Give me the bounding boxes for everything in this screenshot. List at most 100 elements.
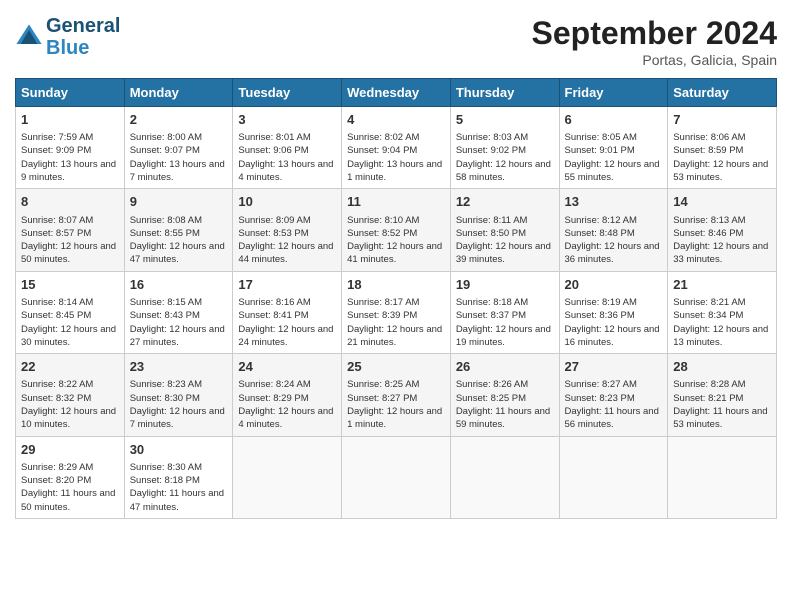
calendar-week-2: 8Sunrise: 8:07 AMSunset: 8:57 PMDaylight…: [16, 189, 777, 271]
calendar-cell: 2Sunrise: 8:00 AMSunset: 9:07 PMDaylight…: [124, 107, 233, 189]
day-number: 28: [673, 358, 771, 376]
calendar-cell: 9Sunrise: 8:08 AMSunset: 8:55 PMDaylight…: [124, 189, 233, 271]
calendar-header-saturday: Saturday: [668, 79, 777, 107]
calendar-table: SundayMondayTuesdayWednesdayThursdayFrid…: [15, 78, 777, 519]
cell-info: Sunrise: 8:26 AM: [456, 378, 554, 391]
calendar-cell: 4Sunrise: 8:02 AMSunset: 9:04 PMDaylight…: [342, 107, 451, 189]
calendar-cell: 14Sunrise: 8:13 AMSunset: 8:46 PMDayligh…: [668, 189, 777, 271]
cell-info: Daylight: 13 hours and 9 minutes.: [21, 158, 119, 185]
day-number: 16: [130, 276, 228, 294]
cell-info: Daylight: 12 hours and 1 minute.: [347, 405, 445, 432]
day-number: 6: [565, 111, 663, 129]
cell-info: Sunrise: 8:06 AM: [673, 131, 771, 144]
calendar-header-tuesday: Tuesday: [233, 79, 342, 107]
cell-info: Sunrise: 8:28 AM: [673, 378, 771, 391]
day-number: 7: [673, 111, 771, 129]
calendar-cell: 20 Sunrise: 8:19 AMSunset: 8:36 PMDayligh…: [559, 271, 668, 353]
cell-info: Daylight: 11 hours and 53 minutes.: [673, 405, 771, 432]
cell-info: Daylight: 12 hours and 21 minutes.: [347, 323, 445, 350]
cell-info: Daylight: 12 hours and 27 minutes.: [130, 323, 228, 350]
calendar-cell: 5Sunrise: 8:03 AMSunset: 9:02 PMDaylight…: [450, 107, 559, 189]
cell-info: Sunset: 8:36 PM: [565, 309, 663, 322]
cell-info: Sunset: 8:20 PM: [21, 474, 119, 487]
day-number: 20: [565, 276, 663, 294]
calendar-cell: [233, 436, 342, 518]
cell-info: Sunset: 8:52 PM: [347, 227, 445, 240]
cell-info: Sunrise: 8:23 AM: [130, 378, 228, 391]
cell-info: Sunrise: 8:14 AM: [21, 296, 119, 309]
cell-info: Sunrise: 8:30 AM: [130, 461, 228, 474]
calendar-cell: 12Sunrise: 8:11 AMSunset: 8:50 PMDayligh…: [450, 189, 559, 271]
day-number: 25: [347, 358, 445, 376]
day-number: 30: [130, 441, 228, 459]
cell-info: Sunrise: 8:09 AM: [238, 214, 336, 227]
cell-info: Sunset: 8:21 PM: [673, 392, 771, 405]
cell-info: Daylight: 12 hours and 16 minutes.: [565, 323, 663, 350]
cell-info: Sunrise: 8:22 AM: [21, 378, 119, 391]
cell-info: Sunset: 8:27 PM: [347, 392, 445, 405]
logo-text-general: General: [46, 15, 120, 37]
calendar-cell: 10Sunrise: 8:09 AMSunset: 8:53 PMDayligh…: [233, 189, 342, 271]
title-section: September 2024 Portas, Galicia, Spain: [532, 15, 777, 68]
cell-info: Sunset: 8:41 PM: [238, 309, 336, 322]
logo-text-blue: Blue: [46, 37, 120, 59]
cell-info: Sunset: 8:45 PM: [21, 309, 119, 322]
calendar-cell: 26Sunrise: 8:26 AMSunset: 8:25 PMDayligh…: [450, 354, 559, 436]
cell-info: Daylight: 12 hours and 36 minutes.: [565, 240, 663, 267]
day-number: 4: [347, 111, 445, 129]
calendar-header-row: SundayMondayTuesdayWednesdayThursdayFrid…: [16, 79, 777, 107]
cell-info: Sunrise: 8:25 AM: [347, 378, 445, 391]
cell-info: Sunset: 8:37 PM: [456, 309, 554, 322]
calendar-cell: 18Sunrise: 8:17 AMSunset: 8:39 PMDayligh…: [342, 271, 451, 353]
day-number: 10: [238, 193, 336, 211]
day-number: 19: [456, 276, 554, 294]
calendar-cell: 25 Sunrise: 8:25 AMSunset: 8:27 PMDayligh…: [342, 354, 451, 436]
calendar-week-3: 15Sunrise: 8:14 AMSunset: 8:45 PMDayligh…: [16, 271, 777, 353]
cell-info: Daylight: 12 hours and 58 minutes.: [456, 158, 554, 185]
cell-info: Daylight: 12 hours and 24 minutes.: [238, 323, 336, 350]
cell-info: Daylight: 12 hours and 19 minutes.: [456, 323, 554, 350]
day-number: 29: [21, 441, 119, 459]
calendar-header-thursday: Thursday: [450, 79, 559, 107]
calendar-cell: 1Sunrise: 7:59 AMSunset: 9:09 PMDaylight…: [16, 107, 125, 189]
cell-info: Sunset: 8:34 PM: [673, 309, 771, 322]
cell-info: Sunrise: 8:19 AM: [565, 296, 663, 309]
cell-info: Sunrise: 8:24 AM: [238, 378, 336, 391]
day-number: 17: [238, 276, 336, 294]
day-number: 23: [130, 358, 228, 376]
cell-info: Sunset: 8:53 PM: [238, 227, 336, 240]
day-number: 11: [347, 193, 445, 211]
calendar-cell: 3Sunrise: 8:01 AMSunset: 9:06 PMDaylight…: [233, 107, 342, 189]
cell-info: Daylight: 12 hours and 39 minutes.: [456, 240, 554, 267]
calendar-header-sunday: Sunday: [16, 79, 125, 107]
cell-info: Sunrise: 8:08 AM: [130, 214, 228, 227]
calendar-header-monday: Monday: [124, 79, 233, 107]
page-header: General Blue September 2024 Portas, Gali…: [15, 15, 777, 68]
calendar-cell: 7Sunrise: 8:06 AMSunset: 8:59 PMDaylight…: [668, 107, 777, 189]
day-number: 22: [21, 358, 119, 376]
cell-info: Sunset: 9:07 PM: [130, 144, 228, 157]
cell-info: Sunset: 9:01 PM: [565, 144, 663, 157]
cell-info: Sunset: 9:02 PM: [456, 144, 554, 157]
cell-info: Sunrise: 8:27 AM: [565, 378, 663, 391]
calendar-cell: 30Sunrise: 8:30 AMSunset: 8:18 PMDayligh…: [124, 436, 233, 518]
cell-info: Daylight: 11 hours and 50 minutes.: [21, 487, 119, 514]
cell-info: Daylight: 12 hours and 53 minutes.: [673, 158, 771, 185]
cell-info: Sunrise: 8:12 AM: [565, 214, 663, 227]
day-number: 12: [456, 193, 554, 211]
day-number: 13: [565, 193, 663, 211]
cell-info: Sunset: 8:55 PM: [130, 227, 228, 240]
calendar-cell: [668, 436, 777, 518]
cell-info: Daylight: 13 hours and 4 minutes.: [238, 158, 336, 185]
cell-info: Sunrise: 8:05 AM: [565, 131, 663, 144]
cell-info: Sunset: 8:18 PM: [130, 474, 228, 487]
day-number: 14: [673, 193, 771, 211]
calendar-cell: 11Sunrise: 8:10 AMSunset: 8:52 PMDayligh…: [342, 189, 451, 271]
day-number: 5: [456, 111, 554, 129]
day-number: 27: [565, 358, 663, 376]
cell-info: Sunrise: 8:11 AM: [456, 214, 554, 227]
cell-info: Sunrise: 8:10 AM: [347, 214, 445, 227]
day-number: 8: [21, 193, 119, 211]
cell-info: Daylight: 11 hours and 59 minutes.: [456, 405, 554, 432]
cell-info: Sunset: 8:46 PM: [673, 227, 771, 240]
